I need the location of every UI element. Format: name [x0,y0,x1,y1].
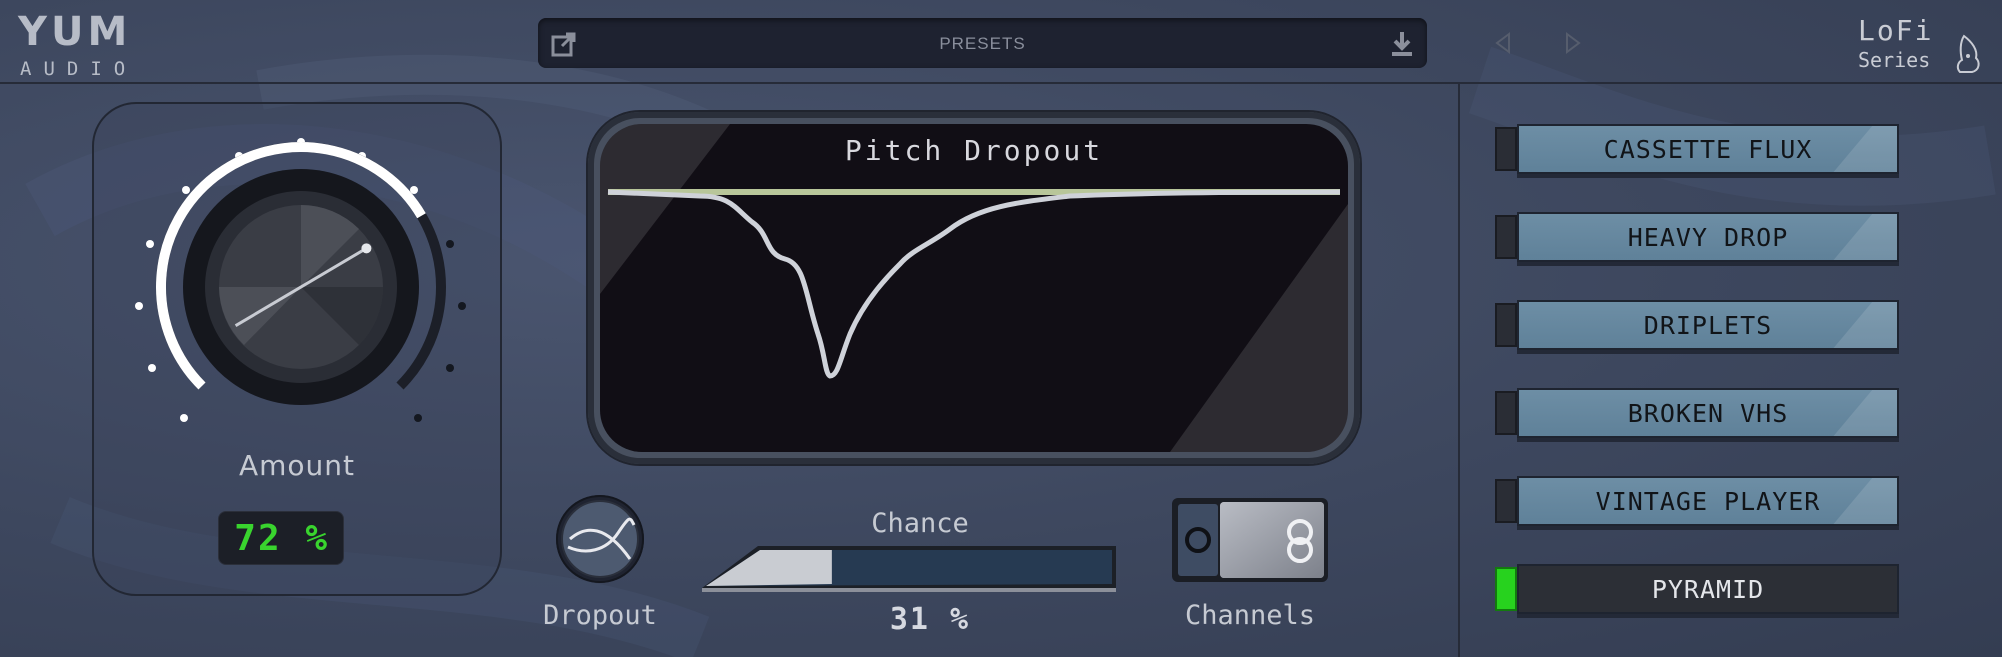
preset-button[interactable]: DRIPLETS [1517,300,1899,350]
logo-mark: YUM [18,9,132,55]
pitch-display-title: Pitch Dropout [844,134,1104,167]
amount-display: 72 % [218,511,344,565]
dropout-label: Dropout [543,600,657,631]
preset-item-pyramid[interactable]: PYRAMID [1495,564,1899,616]
preset-label: CASSETTE FLUX [1603,135,1813,164]
preset-label: VINTAGE PLAYER [1595,487,1821,516]
preset-led [1495,479,1517,523]
preset-led [1495,127,1517,171]
dropout-shape-button[interactable] [556,495,644,583]
dropout-curve-icon [561,500,639,578]
pitch-curve [607,189,1341,379]
preset-led [1495,391,1517,435]
amount-value: 72 % [234,518,329,559]
chance-value: 31 % [889,602,971,637]
pitch-curve-graph [600,124,1348,452]
series-title: LoFi [1858,14,1934,47]
pitch-display: Pitch Dropout [588,112,1360,464]
pitch-display-screen: Pitch Dropout [600,124,1348,452]
preset-label: DRIPLETS [1643,311,1773,340]
chance-slider-fill [706,550,832,586]
channels-toggle[interactable] [1170,496,1330,584]
preset-item-broken-vhs[interactable]: BROKEN VHS [1495,388,1899,440]
preset-button[interactable]: VINTAGE PLAYER [1517,476,1899,526]
amount-knob[interactable] [94,104,500,444]
next-preset-icon[interactable] [1563,32,1583,54]
preset-button-active[interactable]: PYRAMID [1517,564,1899,614]
amount-panel: Amount 72 % [92,102,502,596]
presets-label: PRESETS [939,34,1026,53]
header-bar: YUM AUDIO PRESETS LoFi Series [0,0,2002,84]
preset-browser[interactable]: PRESETS [538,18,1427,68]
preset-led [1495,215,1517,259]
series-subtitle: Series [1858,48,1931,72]
chance-label: Chance [871,508,969,539]
preset-button[interactable]: CASSETTE FLUX [1517,124,1899,174]
preset-button[interactable]: HEAVY DROP [1517,212,1899,262]
chance-slider[interactable] [702,544,1116,592]
preset-item-driplets[interactable]: DRIPLETS [1495,300,1899,352]
preset-item-vintage-player[interactable]: VINTAGE PLAYER [1495,476,1899,528]
preset-button[interactable]: BROKEN VHS [1517,388,1899,438]
panel-divider [1458,84,1460,657]
preset-item-heavy-drop[interactable]: HEAVY DROP [1495,212,1899,264]
preset-label: HEAVY DROP [1627,223,1789,252]
preset-led-active [1495,567,1517,611]
channels-label: Channels [1184,600,1316,631]
series-badge: LoFi Series [1856,14,1980,74]
amount-label: Amount [238,449,356,482]
download-icon[interactable] [1389,30,1415,58]
mascot-icon [1956,34,1980,73]
preset-label: BROKEN VHS [1627,399,1789,428]
previous-preset-icon[interactable] [1493,32,1513,54]
preset-item-cassette-flux[interactable]: CASSETTE FLUX [1495,124,1899,176]
preset-led [1495,303,1517,347]
logo-subtitle: AUDIO [20,58,138,80]
brand-logo: YUM AUDIO [18,9,163,80]
preset-label: PYRAMID [1651,575,1765,604]
